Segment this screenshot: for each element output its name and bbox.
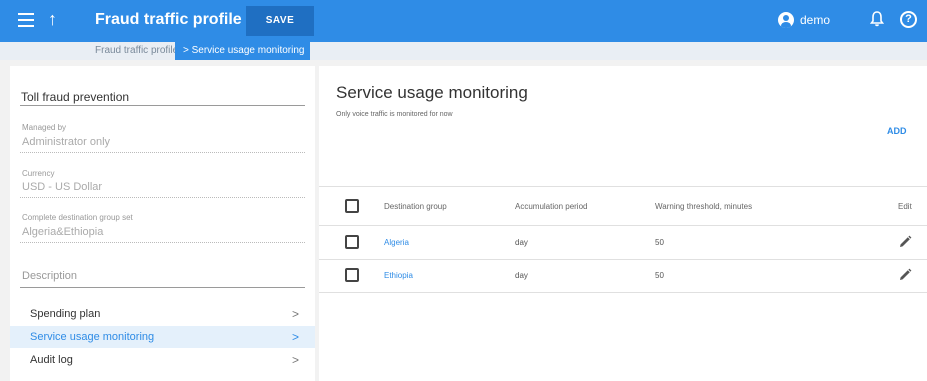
account-icon	[778, 12, 794, 28]
nav-label: Spending plan	[30, 308, 101, 320]
save-button[interactable]: SAVE	[246, 6, 314, 36]
currency-label: Currency	[22, 169, 55, 178]
add-button[interactable]: ADD	[887, 126, 907, 136]
accumulation-period-cell: day	[515, 238, 528, 247]
chevron-right-icon: >	[291, 330, 299, 344]
managed-by-value: Administrator only	[22, 136, 111, 148]
name-field-underline	[20, 105, 305, 106]
column-header-warning-threshold[interactable]: Warning threshold, minutes	[655, 202, 752, 211]
breadcrumb-current: > Service usage monitoring	[175, 42, 311, 60]
nav-audit-log[interactable]: Audit log >	[10, 349, 315, 371]
column-header-destination-group[interactable]: Destination group	[384, 202, 447, 211]
chevron-right-icon: >	[291, 353, 299, 367]
section-subtitle: Only voice traffic is monitored for now	[336, 111, 453, 118]
select-all-checkbox[interactable]	[345, 199, 359, 213]
destination-group-link[interactable]: Algeria	[384, 238, 409, 247]
page-title: Fraud traffic profile	[95, 11, 242, 28]
table-header-divider	[319, 225, 927, 226]
nav-service-usage-monitoring[interactable]: Service usage monitoring >	[10, 326, 315, 348]
nav-label: Service usage monitoring	[30, 331, 155, 343]
column-header-accumulation-period[interactable]: Accumulation period	[515, 202, 587, 211]
accumulation-period-cell: day	[515, 271, 528, 280]
breadcrumb-parent[interactable]: Fraud traffic profile	[95, 45, 178, 56]
description-underline	[20, 287, 305, 288]
name-field[interactable]: Toll fraud prevention	[21, 90, 129, 104]
nav-spending-plan[interactable]: Spending plan >	[10, 303, 315, 325]
destination-set-value: Algeria&Ethiopia	[22, 226, 104, 238]
managed-by-label: Managed by	[22, 123, 67, 132]
back-arrow-icon[interactable]: ↑	[48, 9, 57, 30]
chevron-right-icon: >	[291, 307, 299, 321]
column-header-edit: Edit	[898, 202, 912, 211]
currency-divider	[20, 197, 305, 198]
managed-by-divider	[20, 152, 305, 153]
description-field[interactable]: Description	[22, 270, 77, 282]
currency-value: USD - US Dollar	[22, 181, 103, 193]
user-menu[interactable]: demo	[778, 12, 830, 28]
warning-threshold-cell: 50	[655, 271, 664, 280]
menu-icon[interactable]	[18, 13, 34, 27]
edit-pencil-icon[interactable]	[897, 267, 913, 283]
destination-group-link[interactable]: Ethiopia	[384, 271, 413, 280]
row-checkbox[interactable]	[345, 235, 359, 249]
section-title: Service usage monitoring	[336, 83, 528, 102]
row-divider	[319, 259, 927, 260]
nav-label: Audit log	[30, 354, 73, 366]
user-name: demo	[800, 13, 831, 27]
destination-set-label: Complete destination group set	[22, 213, 133, 222]
edit-pencil-icon[interactable]	[897, 234, 913, 250]
help-icon[interactable]: ?	[900, 11, 917, 28]
row-divider	[319, 292, 927, 293]
warning-threshold-cell: 50	[655, 238, 664, 247]
row-checkbox[interactable]	[345, 268, 359, 282]
table-top-divider	[319, 186, 927, 187]
destination-set-divider	[20, 242, 305, 243]
top-app-bar: ↑ Fraud traffic profile SAVE demo ?	[0, 0, 927, 42]
notifications-icon[interactable]	[870, 11, 884, 27]
